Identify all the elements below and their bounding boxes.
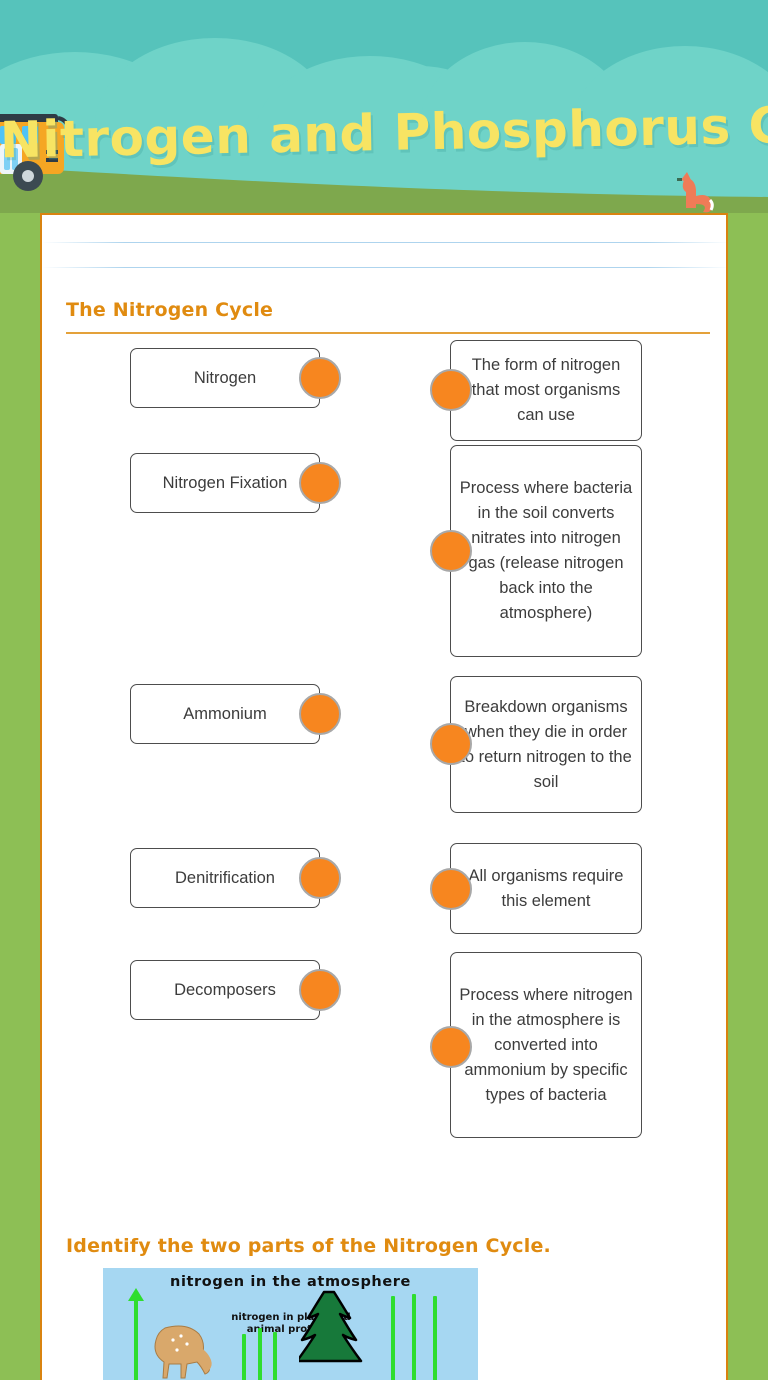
worksheet-page: Nitrogen and Phosphorus Cycles The Nitro… xyxy=(0,0,768,1380)
term-card[interactable]: Nitrogen Fixation xyxy=(130,453,320,513)
definition-label: The form of nitrogen that most organisms… xyxy=(471,356,621,424)
match-dot-left[interactable] xyxy=(299,693,341,735)
deer-icon xyxy=(154,1325,212,1379)
definition-card[interactable]: All organisms require this element xyxy=(450,843,642,934)
pine-tree-icon xyxy=(299,1290,363,1363)
match-row: Denitrification All organisms require th… xyxy=(42,829,726,946)
definition-card[interactable]: The form of nitrogen that most organisms… xyxy=(450,340,642,441)
definition-label: Breakdown organisms when they die in ord… xyxy=(460,697,632,791)
up-arrow-shaft xyxy=(134,1294,138,1380)
definition-label: Process where bacteria in the soil conve… xyxy=(459,479,633,622)
grass-blade xyxy=(433,1296,437,1380)
term-card[interactable]: Denitrification xyxy=(130,848,320,908)
nitrogen-cycle-diagram: nitrogen in the atmosphere nitrogen in p… xyxy=(103,1268,478,1380)
term-label: Decomposers xyxy=(174,980,276,999)
term-label: Denitrification xyxy=(175,868,275,887)
worksheet-sheet: The Nitrogen Cycle Nitrogen The form of … xyxy=(40,213,728,1380)
grass-blade xyxy=(273,1332,277,1380)
match-row: Nitrogen Fixation Process where bacteria… xyxy=(42,445,726,662)
match-dot-right[interactable] xyxy=(430,369,472,411)
match-dot-left[interactable] xyxy=(299,462,341,504)
match-dot-right[interactable] xyxy=(430,1026,472,1068)
match-dot-left[interactable] xyxy=(299,857,341,899)
term-card[interactable]: Nitrogen xyxy=(130,348,320,408)
term-card[interactable]: Decomposers xyxy=(130,960,320,1020)
match-dot-right[interactable] xyxy=(430,723,472,765)
match-dot-right[interactable] xyxy=(430,868,472,910)
section-heading-nitrogen-cycle: The Nitrogen Cycle xyxy=(66,299,274,321)
section-divider xyxy=(66,332,710,334)
term-card[interactable]: Ammonium xyxy=(130,684,320,744)
match-dot-left[interactable] xyxy=(299,969,341,1011)
section-heading-identify-parts: Identify the two parts of the Nitrogen C… xyxy=(66,1235,551,1257)
term-label: Ammonium xyxy=(183,704,267,723)
fox-icon xyxy=(677,172,714,213)
term-label: Nitrogen xyxy=(193,368,257,387)
definition-card[interactable]: Breakdown organisms when they die in ord… xyxy=(450,676,642,813)
definition-label: Process where nitrogen in the atmosphere… xyxy=(459,985,633,1104)
grass-blade xyxy=(242,1334,246,1380)
match-dot-right[interactable] xyxy=(430,530,472,572)
definition-card[interactable]: Process where nitrogen in the atmosphere… xyxy=(450,952,642,1138)
page-banner: Nitrogen and Phosphorus Cycles xyxy=(0,0,768,213)
match-row: Nitrogen The form of nitrogen that most … xyxy=(42,340,726,445)
ruled-line xyxy=(42,267,726,268)
term-label: Nitrogen Fixation xyxy=(162,473,288,492)
definition-card[interactable]: Process where bacteria in the soil conve… xyxy=(450,445,642,657)
match-dot-left[interactable] xyxy=(299,357,341,399)
match-row: Ammonium Breakdown organisms when they d… xyxy=(42,662,726,829)
matching-exercise: Nitrogen The form of nitrogen that most … xyxy=(42,340,726,1161)
grass-blade xyxy=(258,1328,262,1380)
grass-blade xyxy=(412,1294,416,1380)
definition-label: All organisms require this element xyxy=(468,866,624,910)
grass-blade xyxy=(391,1296,395,1380)
ruled-line xyxy=(42,242,726,243)
diagram-caption-top: nitrogen in the atmosphere xyxy=(170,1274,411,1290)
match-row: Decomposers Process where nitrogen in th… xyxy=(42,946,726,1161)
